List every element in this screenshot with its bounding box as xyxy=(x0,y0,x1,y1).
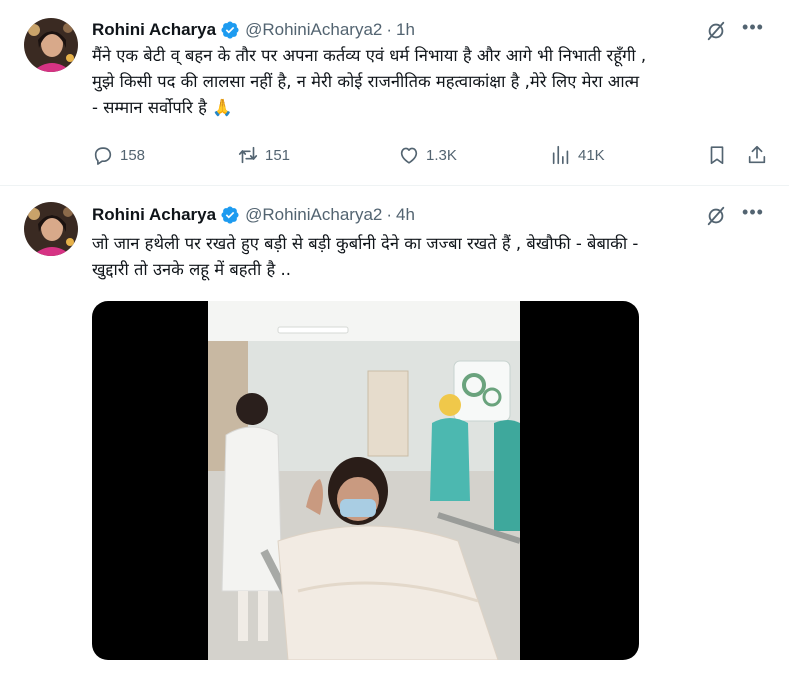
video-frame[interactable] xyxy=(208,301,520,660)
timestamp[interactable]: 4h xyxy=(396,205,415,225)
tweet[interactable]: Rohini Acharya @RohiniAcharya2 · 4h ••• … xyxy=(0,187,789,674)
tweet-text-line: खुद्दारी तो उनके लहू में बहती है .. xyxy=(92,260,291,279)
like-icon xyxy=(400,147,418,164)
separator: · xyxy=(386,20,393,39)
author-handle[interactable]: @RohiniAcharya2 xyxy=(245,20,382,40)
tweet-text-line: जो जान हथेली पर रखते हुए बड़ी से बड़ी कु… xyxy=(92,234,639,253)
avatar[interactable] xyxy=(24,18,78,72)
tweet-text: जो जान हथेली पर रखते हुए बड़ी से बड़ी कु… xyxy=(92,231,772,283)
more-icon[interactable]: ••• xyxy=(741,203,765,226)
separator: · xyxy=(386,205,393,224)
more-icon[interactable]: ••• xyxy=(741,18,765,41)
reply-icon xyxy=(94,147,112,165)
tweet-text-line: मैंने एक बेटी व् बहन के तौर पर अपना कर्त… xyxy=(92,46,647,65)
author-handle[interactable]: @RohiniAcharya2 xyxy=(245,205,382,225)
tweet[interactable]: Rohini Acharya @RohiniAcharya2 · 1h ••• … xyxy=(0,0,789,186)
reply-button[interactable]: 158 xyxy=(92,143,145,167)
verified-badge-icon xyxy=(220,205,240,225)
verified-badge-icon xyxy=(220,20,240,40)
reply-count: 158 xyxy=(120,146,146,164)
retweet-count: 151 xyxy=(265,146,291,164)
grok-icon[interactable] xyxy=(705,205,727,227)
tweet-text: मैंने एक बेटी व् बहन के तौर पर अपना कर्त… xyxy=(92,43,772,121)
grok-icon[interactable] xyxy=(705,20,727,42)
bookmark-button[interactable] xyxy=(706,143,734,167)
author-name[interactable]: Rohini Acharya xyxy=(92,205,216,225)
bookmark-icon xyxy=(710,146,724,165)
share-icon xyxy=(748,145,766,164)
views-button[interactable]: 41K xyxy=(550,143,605,167)
like-count: 1.3K xyxy=(426,146,457,164)
tweet-actions: 158 151 1.3K 41K xyxy=(92,143,772,167)
timestamp[interactable]: 1h xyxy=(396,20,415,40)
avatar[interactable] xyxy=(24,202,78,256)
retweet-button[interactable]: 151 xyxy=(237,143,290,167)
tweet-text-line: मुझे किसी पद की लालसा नहीं है, न मेरी को… xyxy=(92,72,640,91)
tweet-text-line: - सम्मान सर्वोपरि है 🙏 xyxy=(92,98,233,117)
share-button[interactable] xyxy=(746,143,774,167)
video-player[interactable] xyxy=(92,301,639,660)
author-name[interactable]: Rohini Acharya xyxy=(92,20,216,40)
like-button[interactable]: 1.3K xyxy=(398,143,457,167)
views-icon xyxy=(552,145,569,165)
view-count: 41K xyxy=(578,146,605,164)
retweet-icon xyxy=(238,146,258,164)
